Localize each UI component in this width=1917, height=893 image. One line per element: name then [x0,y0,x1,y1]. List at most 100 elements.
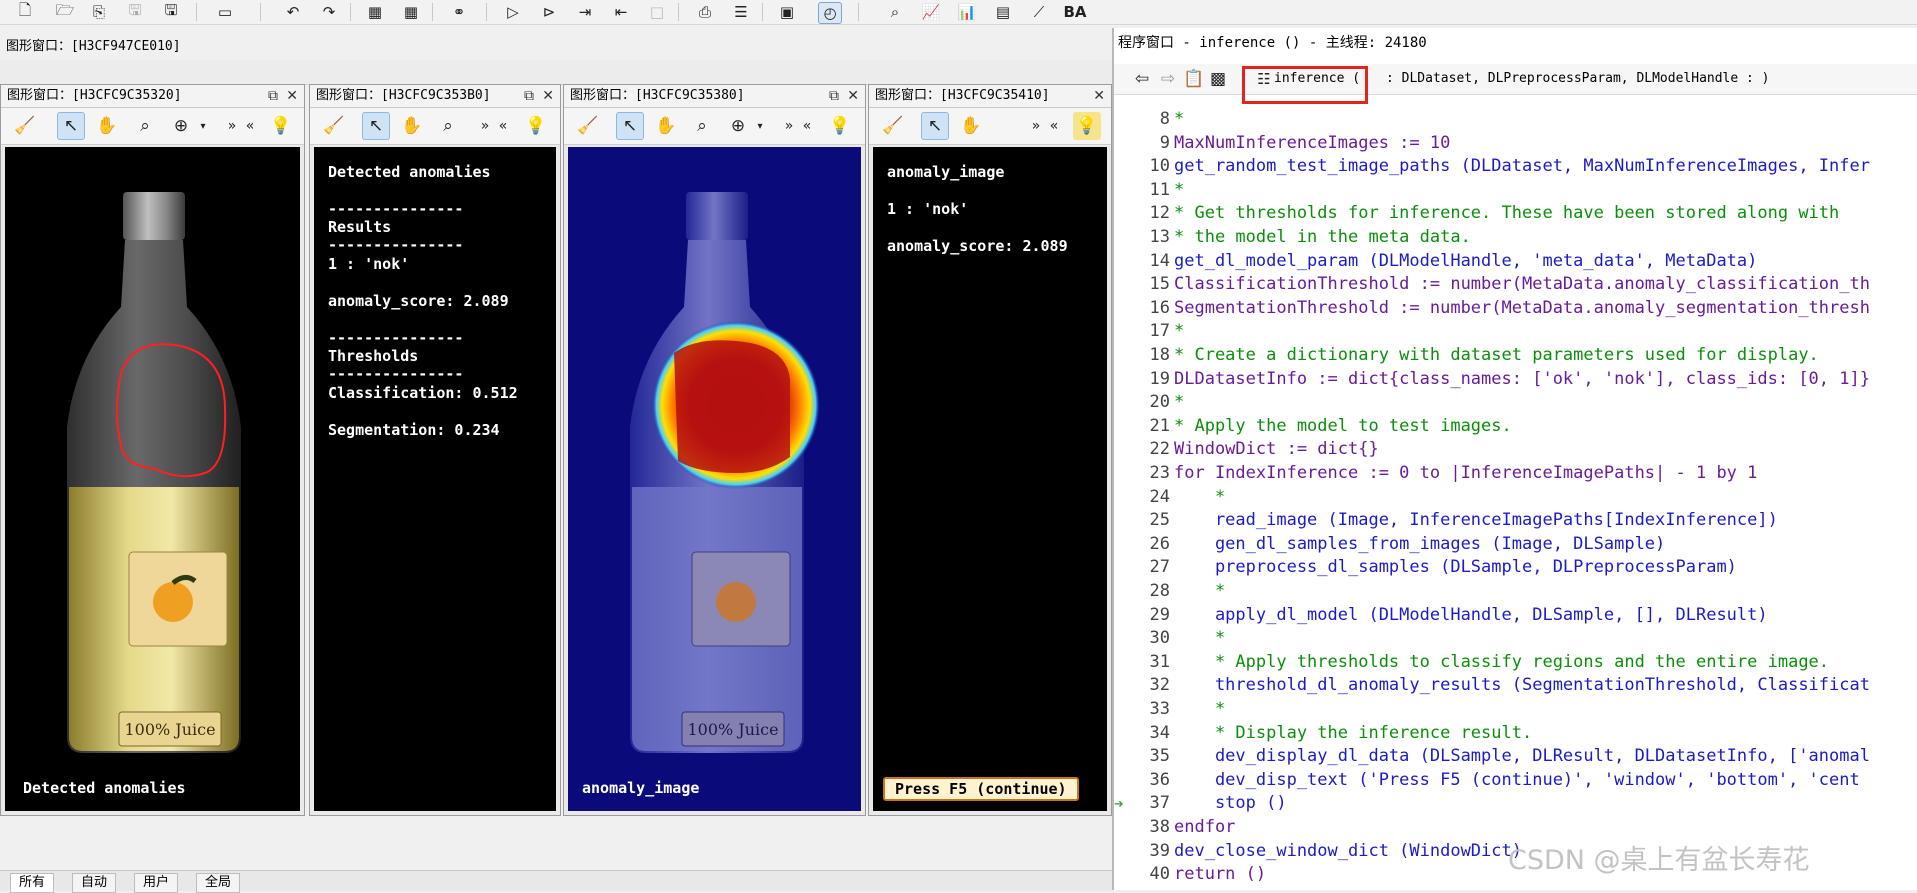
code-line[interactable]: 25 read_image (Image, InferenceImagePath… [1114,509,1917,532]
code-line[interactable]: 10 get_random_test_image_paths (DLDataset… [1114,155,1917,178]
code-line[interactable]: 11 * [1114,179,1917,202]
collapse-icon[interactable]: « [1045,112,1063,140]
record-icon[interactable]: ▭ [214,2,236,22]
lightbulb-icon[interactable]: 💡 [522,112,550,140]
zoom-in-icon[interactable]: ⊕ [167,112,195,140]
gray-histogram-icon[interactable]: ⟋ [1028,2,1050,22]
chevron-down-icon[interactable]: ▾ [195,112,211,140]
pan-hand-icon[interactable]: ✋ [398,112,426,140]
code-line[interactable]: 30 * [1114,627,1917,650]
collapse-icon[interactable]: « [494,112,512,140]
clear-icon[interactable]: 🧹 [320,112,348,140]
undo-icon[interactable]: ↶ [282,2,304,22]
code-line[interactable]: 8 * [1114,108,1917,131]
code-line[interactable]: 14 get_dl_model_param (DLModelHandle, 'me… [1114,250,1917,273]
new-file-icon[interactable]: 🗋 [14,1,36,22]
graphics-window-1[interactable]: 图形窗口：[H3CFC9C35320] ⧉ ✕ 🧹 ↖ ✋ ⌕ ⊕ ▾ » « … [0,84,305,816]
back-arrow-icon[interactable]: ⇦ [1128,65,1156,93]
collapse-icon[interactable]: « [241,112,259,140]
breakpoint-icon[interactable]: ⎙ [694,2,716,22]
code-line[interactable]: 33 * [1114,698,1917,721]
lightbulb-icon[interactable]: 💡 [267,112,295,140]
clear-icon[interactable]: 🧹 [574,112,602,140]
find-icon[interactable]: ⚭ [448,2,470,22]
close-icon[interactable]: ✕ [847,85,859,107]
more-icon[interactable]: » [223,112,241,140]
zoom-in-icon[interactable]: ⊕ [724,112,752,140]
tab-auto[interactable]: 自动 [72,873,117,893]
close-icon[interactable]: ✕ [542,85,554,107]
code-line[interactable]: 37 stop () ➔ [1114,792,1917,815]
step-into-icon[interactable]: ⇥ [574,2,596,22]
pan-hand-icon[interactable]: ✋ [93,112,121,140]
code-line[interactable]: 22 WindowDict := dict{} [1114,438,1917,461]
code-editor[interactable]: 8 * 9 MaxNumInferenceImages := 10 10 get_rand… [1114,100,1917,890]
magnify-icon[interactable]: ⌕ [688,112,716,140]
undock-icon[interactable]: ⧉ [524,85,534,107]
undock-icon[interactable]: ⧉ [268,85,278,107]
code-line[interactable]: 31 * Apply thresholds to classify region… [1114,651,1917,674]
code-line[interactable]: 32 threshold_dl_anomaly_results (Segment… [1114,674,1917,697]
code-line[interactable]: 21 * Apply the model to test images. [1114,415,1917,438]
tab-global[interactable]: 全局 [196,873,241,893]
lightbulb-icon[interactable]: 💡 [1073,112,1101,140]
ocr-icon[interactable]: BA [1063,2,1086,22]
tab-all[interactable]: 所有 [10,873,55,893]
code-line[interactable]: 19 DLDatasetInfo := dict{class_names: ['o… [1114,368,1917,391]
open-file-icon[interactable]: 🗁 [54,1,76,22]
pointer-icon[interactable]: ↖ [921,112,949,140]
more-icon[interactable]: » [476,112,494,140]
image-canvas[interactable]: 100% Juice anomaly_image [568,147,861,811]
pan-hand-icon[interactable]: ✋ [652,112,680,140]
code-line[interactable]: 24 * [1114,486,1917,509]
lightbulb-icon[interactable]: 💡 [826,112,854,140]
code-line[interactable]: 13 * the model in the meta data. [1114,226,1917,249]
code-line[interactable]: 17 * [1114,320,1917,343]
graphics-window-4[interactable]: 图形窗口：[H3CFC9C35410] ✕ 🧹 ↖ ✋ » « 💡 anomal… [868,84,1112,816]
code-line[interactable]: 34 * Display the inference result. [1114,722,1917,745]
collapse-icon[interactable]: « [798,112,816,140]
code-line[interactable]: 36 dev_disp_text ('Press F5 (continue)',… [1114,769,1917,792]
graphics-window-2[interactable]: 图形窗口：[H3CFC9C353B0] ⧉ ✕ 🧹 ↖ ✋ ⌕ » « 💡 De… [309,84,561,816]
activate-icon[interactable]: ☰ [730,2,752,22]
code-line[interactable]: 38 endfor [1114,816,1917,839]
more-icon[interactable]: » [1027,112,1045,140]
image-canvas[interactable]: 100% Juice Detected anomalies [5,147,300,811]
pan-hand-icon[interactable]: ✋ [957,112,985,140]
pointer-icon[interactable]: ↖ [362,112,390,140]
undock-icon[interactable]: ⧉ [829,85,839,107]
step-out-icon[interactable]: ⇤ [610,2,632,22]
procedure-grid-icon[interactable]: ▩ [1204,65,1232,93]
code-line[interactable]: 29 apply_dl_model (DLModelHandle, DLSamp… [1114,604,1917,627]
stop-icon[interactable]: □ [646,2,668,22]
profiler-icon[interactable]: ◴ [818,2,842,24]
text-canvas[interactable]: Detected anomalies --------------- Resul… [314,147,556,811]
magnify-icon[interactable]: ⌕ [131,112,159,140]
code-line[interactable]: 27 preprocess_dl_samples (DLSample, DLPr… [1114,556,1917,579]
code-line[interactable]: 16 SegmentationThreshold := number(MetaDa… [1114,297,1917,320]
graphics-window-3[interactable]: 图形窗口：[H3CFC9C35380] ⧉ ✕ 🧹 ↖ ✋ ⌕ ⊕ ▾ » « … [563,84,866,816]
forward-arrow-icon[interactable]: ⇨ [1154,65,1182,93]
code-line[interactable]: 23 for IndexInference := 0 to |InferenceI… [1114,462,1917,485]
delete-procedure-icon[interactable]: ▦ [400,2,422,22]
insert-file-icon[interactable]: ⎘ [88,2,110,22]
code-line[interactable]: 28 * [1114,580,1917,603]
zoom-icon[interactable]: ⌕ [884,2,906,22]
line-profile-icon[interactable]: 📊 [956,2,978,22]
code-line[interactable]: 15 ClassificationThreshold := number(Meta… [1114,273,1917,296]
run-icon[interactable]: ▷ [502,2,524,22]
more-icon[interactable]: » [780,112,798,140]
text-canvas[interactable]: anomaly_image 1 : 'nok' anomaly_score: 2… [873,147,1107,811]
code-line[interactable]: 12 * Get thresholds for inference. These … [1114,202,1917,225]
variable-inspect-icon[interactable]: ▣ [776,2,798,22]
redo-icon[interactable]: ↷ [318,2,340,22]
save-icon[interactable]: 🖫 [160,1,182,22]
clear-icon[interactable]: 🧹 [879,112,907,140]
chevron-down-icon[interactable]: ▾ [752,112,768,140]
code-line[interactable]: 9 MaxNumInferenceImages := 10 [1114,132,1917,155]
magnify-icon[interactable]: ⌕ [434,112,462,140]
pointer-icon[interactable]: ↖ [616,112,644,140]
continue-button[interactable]: Press F5 (continue) [883,777,1079,801]
code-line[interactable]: 20 * [1114,391,1917,414]
code-line[interactable]: 35 dev_display_dl_data (DLSample, DLResu… [1114,745,1917,768]
